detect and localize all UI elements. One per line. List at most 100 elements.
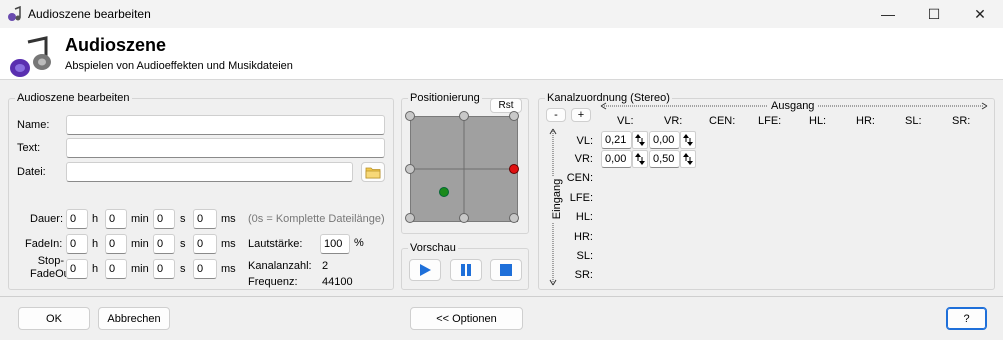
row-label: HL: [575, 211, 593, 223]
row-label: CEN: [566, 172, 593, 184]
volume-field[interactable]: 100 [320, 234, 350, 254]
unit-s: s [180, 263, 186, 275]
edge-handle[interactable] [459, 111, 469, 121]
corner-handle[interactable] [405, 111, 415, 121]
stop-button[interactable] [490, 259, 522, 281]
col-header: SL: [905, 115, 922, 127]
maximize-button[interactable]: ☐ [911, 0, 957, 28]
fadein-label: FadeIn: [25, 238, 63, 250]
play-button[interactable] [409, 259, 441, 281]
matrix-vl-vr[interactable]: 0,00 [649, 131, 680, 149]
edge-handle[interactable] [459, 213, 469, 223]
matrix-vr-vl[interactable]: 0,00 [601, 150, 632, 168]
minimize-button[interactable]: — [865, 0, 911, 28]
volume-label: Lautstärke: [248, 238, 303, 250]
browse-button[interactable] [361, 162, 385, 182]
channels-count-label: Kanalanzahl: [248, 260, 312, 272]
frequency-label: Frequenz: [248, 276, 298, 288]
col-header: LFE: [758, 115, 782, 127]
fadein-h-field[interactable]: 0 [66, 234, 88, 254]
corner-handle[interactable] [405, 213, 415, 223]
ok-button[interactable]: OK [18, 307, 90, 330]
pause-button[interactable] [450, 259, 482, 281]
col-header: VL: [617, 115, 634, 127]
unit-ms: ms [221, 263, 236, 275]
volume-unit: % [354, 237, 364, 249]
col-header: SR: [952, 115, 971, 127]
right-channel-point[interactable] [509, 164, 519, 174]
row-label: HR: [574, 231, 593, 243]
spin-arrows-icon [635, 134, 645, 146]
corner-handle[interactable] [509, 213, 519, 223]
fadeout-s-field[interactable]: 0 [153, 259, 175, 279]
row-label: VL: [576, 135, 593, 147]
file-field[interactable] [66, 162, 353, 182]
corner-handle[interactable] [509, 111, 519, 121]
window-title: Audioszene bearbeiten [28, 7, 151, 21]
edit-group-legend: Audioszene bearbeiten [17, 92, 130, 104]
duration-ms-field[interactable]: 0 [193, 209, 217, 229]
unit-min: min [131, 213, 149, 225]
row-label: VR: [574, 153, 593, 165]
unit-h: h [92, 213, 99, 225]
fadeout-h-field[interactable]: 0 [66, 259, 88, 279]
title-bar: Audioszene bearbeiten — ☐ ✕ [0, 0, 1003, 28]
unit-ms: ms [221, 238, 236, 250]
matrix-vl-vl[interactable]: 0,21 [601, 131, 632, 149]
unit-s: s [180, 238, 186, 250]
name-label: Name: [17, 119, 50, 131]
name-field[interactable] [66, 115, 385, 135]
page-title: Audioszene [65, 35, 167, 55]
col-header: CEN: [709, 115, 736, 127]
fadein-s-field[interactable]: 0 [153, 234, 175, 254]
frequency-value: 44100 [322, 276, 353, 288]
unit-h: h [92, 263, 99, 275]
unit-min: min [131, 238, 149, 250]
duration-h-field[interactable]: 0 [66, 209, 88, 229]
header: Audioszene Abspielen von Audioeffekten u… [0, 28, 1003, 80]
reset-button[interactable]: Rst [490, 98, 522, 113]
folder-icon [365, 167, 381, 178]
edge-handle[interactable] [405, 164, 415, 174]
spin-button[interactable] [680, 150, 696, 168]
play-icon [420, 264, 431, 276]
file-label: Datei: [17, 166, 46, 178]
duration-min-field[interactable]: 0 [105, 209, 127, 229]
duration-label: Dauer: [30, 213, 64, 225]
positioning-legend: Positionierung [410, 92, 480, 104]
position-pad[interactable] [410, 116, 518, 222]
col-header: HR: [856, 115, 875, 127]
add-button[interactable]: + [571, 108, 591, 122]
fadein-ms-field[interactable]: 0 [193, 234, 217, 254]
matrix-vr-vr[interactable]: 0,50 [649, 150, 680, 168]
close-button[interactable]: ✕ [957, 0, 1003, 28]
options-button[interactable]: << Optionen [410, 307, 523, 330]
duration-s-field[interactable]: 0 [153, 209, 175, 229]
spin-arrows-icon [683, 134, 693, 146]
cancel-button[interactable]: Abbrechen [98, 307, 170, 330]
fadeout-min-field[interactable]: 0 [105, 259, 127, 279]
col-header: HL: [809, 115, 827, 127]
remove-button[interactable]: - [546, 108, 566, 122]
fadeout-label: Stop-FadeOut: [30, 255, 76, 280]
page-subtitle: Abspielen von Audioeffekten und Musikdat… [65, 60, 293, 72]
row-label: LFE: [569, 192, 593, 204]
preview-legend: Vorschau [410, 242, 456, 254]
spin-button[interactable] [632, 131, 648, 149]
pause-icon [461, 264, 471, 276]
stop-icon [500, 264, 512, 276]
spin-button[interactable] [632, 150, 648, 168]
spin-arrows-icon [635, 153, 645, 165]
unit-h: h [92, 238, 99, 250]
text-field[interactable] [66, 138, 385, 158]
fadein-min-field[interactable]: 0 [105, 234, 127, 254]
spin-button[interactable] [680, 131, 696, 149]
unit-min: min [131, 263, 149, 275]
left-channel-point[interactable] [439, 187, 449, 197]
duration-hint: (0s = Komplette Dateilänge) [248, 213, 385, 225]
fadeout-ms-field[interactable]: 0 [193, 259, 217, 279]
spin-arrows-icon [683, 153, 693, 165]
help-button[interactable]: ? [946, 307, 987, 330]
row-label: SL: [576, 250, 593, 262]
col-header: VR: [664, 115, 683, 127]
